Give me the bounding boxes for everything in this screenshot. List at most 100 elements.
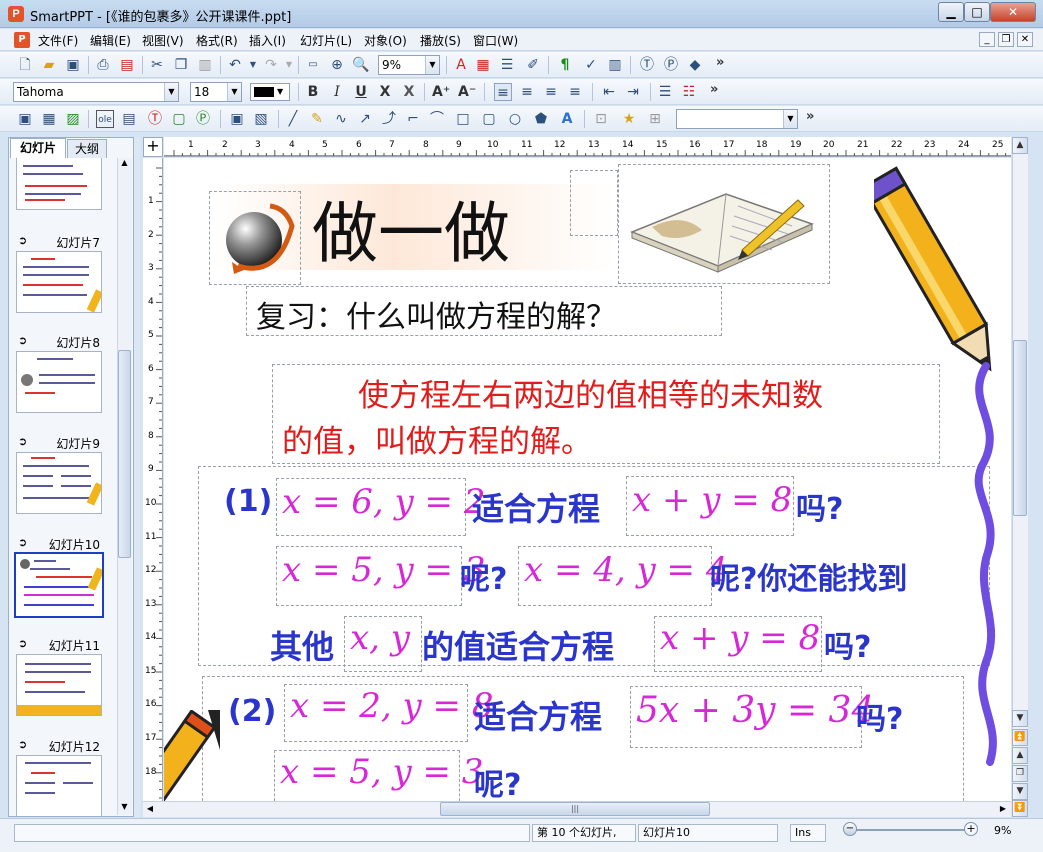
frame-icon[interactable]: ▢ bbox=[170, 110, 188, 128]
panel-splitter[interactable] bbox=[134, 137, 140, 817]
underline-button[interactable]: U bbox=[352, 83, 370, 101]
select-frame-icon[interactable]: ▣ bbox=[16, 110, 34, 128]
previous-slide-icon[interactable]: ▲ bbox=[1012, 747, 1028, 764]
menu-slide[interactable]: 幻灯片(L) bbox=[300, 32, 352, 49]
align-right-icon[interactable]: ≡ bbox=[542, 83, 560, 101]
slides-panel-scroll-thumb[interactable] bbox=[118, 350, 131, 558]
table-insert-icon[interactable]: ▦ bbox=[40, 110, 58, 128]
shapes-icon[interactable]: ◆ bbox=[686, 56, 704, 74]
toolbar3-more-icon[interactable]: » bbox=[806, 109, 814, 124]
scroll-up-icon[interactable]: ▲ bbox=[1012, 137, 1028, 154]
slide-thumbnail-selected[interactable] bbox=[14, 552, 104, 618]
spell-check-icon[interactable]: ✓ bbox=[582, 56, 600, 74]
zoom-slider[interactable] bbox=[846, 829, 968, 831]
chevron-down-icon[interactable]: ▼ bbox=[277, 84, 283, 100]
close-button[interactable]: ✕ bbox=[990, 2, 1036, 22]
vertical-ruler[interactable]: 1 2 3 4 5 6 7 8 9 10 11 12 13 14 15 16 1… bbox=[143, 158, 163, 801]
chevron-down-icon[interactable]: ▼ bbox=[164, 83, 178, 101]
minimize-button[interactable]: ▁ bbox=[938, 2, 964, 22]
ruler-corner[interactable]: + bbox=[143, 137, 163, 157]
rectangle-icon[interactable]: □ bbox=[454, 110, 472, 128]
chart-object-icon[interactable]: ▤ bbox=[120, 110, 138, 128]
effects-icon[interactable]: ⊞ bbox=[646, 110, 664, 128]
undo-icon[interactable]: ↶ bbox=[226, 56, 244, 74]
vertical-scroll-thumb[interactable] bbox=[1013, 340, 1027, 516]
new-file-icon[interactable]: 🗋 bbox=[16, 56, 34, 74]
menu-view[interactable]: 视图(V) bbox=[142, 32, 184, 49]
connector-icon[interactable]: ⤴ bbox=[380, 110, 398, 128]
next-slide-icon[interactable]: ▼ bbox=[1012, 783, 1028, 800]
page-setup-icon[interactable]: ▭ bbox=[304, 56, 322, 74]
export-pdf-icon[interactable]: ▤ bbox=[118, 56, 136, 74]
text-box-icon[interactable]: Ⓣ bbox=[638, 56, 656, 74]
menu-insert[interactable]: 插入(I) bbox=[249, 32, 286, 49]
ungroup-icon[interactable]: ▧ bbox=[252, 110, 270, 128]
rounded-rect-icon[interactable]: ▢ bbox=[480, 110, 498, 128]
toolbar1-more-icon[interactable]: » bbox=[716, 55, 724, 70]
undo-dropdown-icon[interactable]: ▼ bbox=[244, 56, 262, 74]
menu-format[interactable]: 格式(R) bbox=[196, 32, 238, 49]
menu-window[interactable]: 窗口(W) bbox=[473, 32, 518, 49]
menu-play[interactable]: 播放(S) bbox=[420, 32, 461, 49]
star-icon[interactable]: ★ bbox=[620, 110, 638, 128]
scroll-left-icon[interactable]: ◀ bbox=[143, 802, 157, 816]
cut-icon[interactable]: ✂ bbox=[148, 56, 166, 74]
scroll-down-icon[interactable]: ▼ bbox=[1012, 710, 1028, 727]
bold-button[interactable]: B bbox=[304, 83, 322, 101]
table-icon[interactable]: ▦ bbox=[474, 56, 492, 74]
print-icon[interactable]: ⎙ bbox=[94, 56, 112, 74]
chevron-down-icon[interactable]: ▼ bbox=[425, 56, 439, 74]
slide-canvas[interactable]: 做一做 复习：什么叫做方程的解？ 使方程左右两边的值相等的未知数 的值，叫做方程… bbox=[164, 158, 1011, 801]
style-combo[interactable]: ▼ bbox=[676, 109, 798, 129]
toolbar2-more-icon[interactable]: » bbox=[710, 82, 718, 97]
ellipse-icon[interactable]: ○ bbox=[506, 110, 524, 128]
zoom-combo[interactable]: 9% ▼ bbox=[378, 55, 440, 75]
increase-indent-icon[interactable]: ⇥ bbox=[624, 83, 642, 101]
menu-file[interactable]: 文件(F) bbox=[38, 32, 78, 49]
last-slide-icon[interactable]: ⏬ bbox=[1012, 800, 1028, 817]
numbered-list-icon[interactable]: ☷ bbox=[680, 83, 698, 101]
text-frame-icon[interactable]: Ⓣ bbox=[146, 110, 164, 128]
freehand-icon[interactable]: ✎ bbox=[308, 110, 326, 128]
font-size-combo[interactable]: 18 ▼ bbox=[190, 82, 242, 102]
open-folder-icon[interactable]: ▰ bbox=[40, 56, 58, 74]
align-objects-icon[interactable]: ⊡ bbox=[592, 110, 610, 128]
justify-icon[interactable]: ≡ bbox=[566, 83, 584, 101]
italic-button[interactable]: I bbox=[328, 83, 346, 101]
placeholder-frame[interactable] bbox=[570, 170, 618, 236]
tab-outline[interactable]: 大纲 bbox=[67, 139, 107, 158]
menu-edit[interactable]: 编辑(E) bbox=[90, 32, 131, 49]
scroll-down-icon[interactable]: ▼ bbox=[118, 802, 131, 814]
slide-thumbnail[interactable] bbox=[16, 654, 102, 716]
mdi-restore-button[interactable]: ❐ bbox=[998, 32, 1014, 47]
shadow-button[interactable]: X bbox=[400, 83, 418, 101]
format-painter-icon[interactable]: ✐ bbox=[524, 56, 542, 74]
horizontal-scroll-thumb[interactable]: ||| bbox=[440, 802, 710, 816]
grow-font-button[interactable]: A⁺ bbox=[432, 83, 450, 101]
align-center-icon[interactable]: ≡ bbox=[518, 83, 536, 101]
document-icon[interactable]: P bbox=[14, 32, 30, 48]
slide-thumbnail[interactable] bbox=[16, 755, 102, 816]
elbow-connector-icon[interactable]: ⌐ bbox=[404, 110, 422, 128]
slide-view-icon[interactable]: ❐ bbox=[1012, 765, 1028, 782]
line-icon[interactable]: ╱ bbox=[284, 110, 302, 128]
shrink-font-button[interactable]: A⁻ bbox=[458, 83, 476, 101]
arrow-icon[interactable]: ↗ bbox=[356, 110, 374, 128]
align-left-icon[interactable]: ≡ bbox=[494, 83, 512, 101]
curve-icon[interactable]: ∿ bbox=[332, 110, 350, 128]
font-name-combo[interactable]: Tahoma ▼ bbox=[13, 82, 179, 102]
tab-slides[interactable]: 幻灯片 bbox=[10, 138, 66, 158]
first-slide-icon[interactable]: ⏫ bbox=[1012, 729, 1028, 746]
slide-thumbnail[interactable] bbox=[16, 452, 102, 514]
decrease-indent-icon[interactable]: ⇤ bbox=[600, 83, 618, 101]
image-insert-icon[interactable]: ▨ bbox=[64, 110, 82, 128]
ole-object-icon[interactable]: ole bbox=[96, 110, 114, 128]
picture-icon[interactable]: Ⓟ bbox=[662, 56, 680, 74]
paragraph-icon[interactable]: ¶ bbox=[556, 56, 574, 74]
list-icon[interactable]: ☰ bbox=[498, 56, 516, 74]
save-icon[interactable]: ▣ bbox=[64, 56, 82, 74]
picture-frame-icon[interactable]: Ⓟ bbox=[194, 110, 212, 128]
menu-object[interactable]: 对象(O) bbox=[364, 32, 407, 49]
zoom-page-icon[interactable]: ⊕ bbox=[328, 56, 346, 74]
mdi-close-button[interactable]: ✕ bbox=[1017, 32, 1033, 47]
